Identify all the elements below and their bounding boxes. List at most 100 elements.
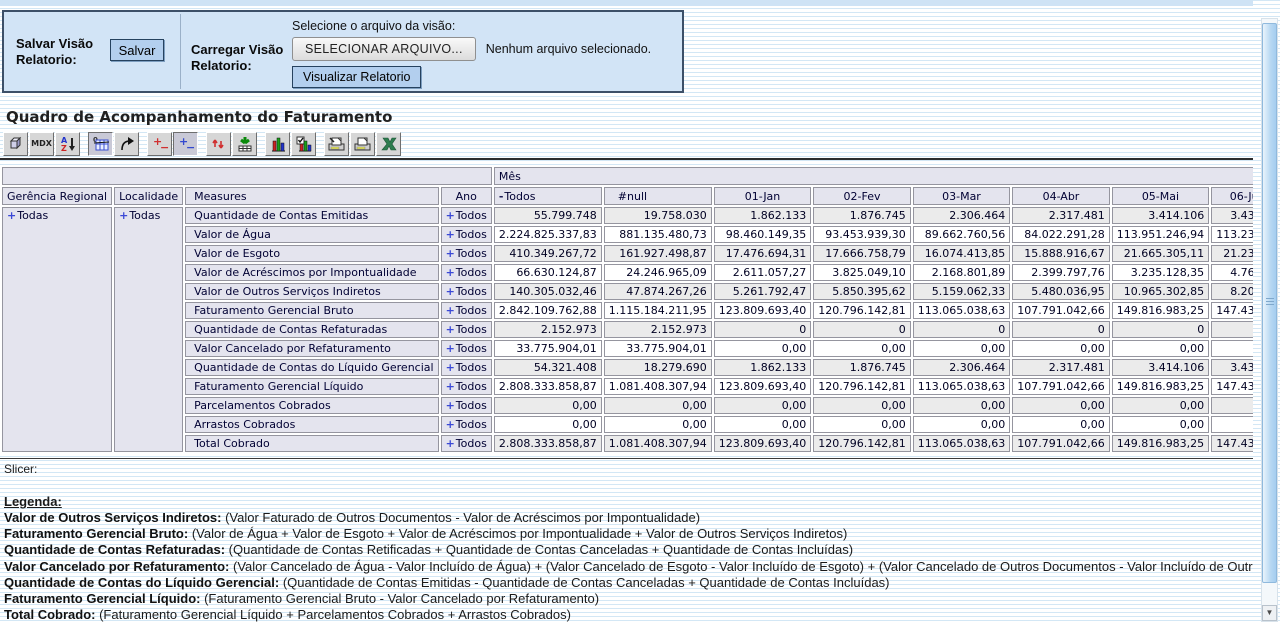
file-select-button[interactable]: SELECIONAR ARQUIVO... [292, 37, 476, 61]
drill-expand-icon[interactable]: + [446, 323, 455, 336]
drill-expand-icon[interactable]: + [446, 228, 455, 241]
value-cell [1211, 416, 1253, 433]
measure-cell: Arrastos Cobrados [185, 416, 438, 433]
scrollbar-thumb[interactable] [1262, 23, 1277, 583]
scrollbar-down-arrow-icon[interactable]: ▼ [1262, 605, 1277, 621]
year-member-cell: +Todos [441, 416, 492, 433]
value-cell: 107.791.042,66 [1012, 435, 1109, 452]
drill-expand-icon[interactable]: + [119, 209, 128, 222]
drill-expand-icon[interactable]: + [446, 266, 455, 279]
print-icon[interactable] [350, 132, 375, 156]
drill-expand-icon[interactable]: + [446, 285, 455, 298]
value-cell: 1.081.408.307,94 [604, 435, 712, 452]
value-cell: 0,00 [813, 340, 910, 357]
value-cell: 0 [913, 321, 1010, 338]
drill-expand-icon[interactable]: + [446, 437, 455, 450]
drill-expand-icon[interactable]: + [7, 209, 16, 222]
column-header-measures: Measures [185, 187, 438, 205]
toolbar-separator [0, 158, 1253, 160]
value-cell: 84.022.291,28 [1012, 226, 1109, 243]
column-header-null: #null [604, 187, 712, 205]
value-cell: 55.799.748 [494, 207, 602, 224]
value-cell: 21.237.80 [1211, 245, 1253, 262]
drill-replace-icon[interactable] [206, 132, 231, 156]
year-member-cell: +Todos [441, 283, 492, 300]
save-button[interactable]: Salvar [110, 39, 164, 61]
value-cell: 2.224.825.337,83 [494, 226, 602, 243]
value-cell: 8.202.42 [1211, 283, 1253, 300]
value-cell: 3.235.128,35 [1112, 264, 1209, 281]
value-cell: 0,00 [913, 340, 1010, 357]
column-header-mai: 05-Mai [1112, 187, 1209, 205]
vertical-scrollbar[interactable]: ▼ [1261, 18, 1278, 622]
form-divider [180, 14, 181, 89]
legend-title: Legenda: [4, 494, 1253, 510]
value-cell: 0,00 [494, 397, 602, 414]
drill-expand-icon[interactable]: + [446, 209, 455, 222]
value-cell: 0,00 [1012, 416, 1109, 433]
value-cell: 1.876.745 [813, 359, 910, 376]
file-status-text: Nenhum arquivo selecionado. [486, 42, 651, 56]
excel-export-icon[interactable] [376, 132, 401, 156]
drill-through-icon[interactable] [232, 132, 257, 156]
value-cell: 2.842.109.762,88 [494, 302, 602, 319]
value-cell: 113.065.038,63 [913, 435, 1010, 452]
show-parent-members-icon[interactable]: 0 [88, 132, 113, 156]
year-member-cell: +Todos [441, 435, 492, 452]
value-cell: 4.761.52 [1211, 264, 1253, 281]
measure-cell: Faturamento Gerencial Bruto [185, 302, 438, 319]
value-cell: 147.435.67 [1211, 435, 1253, 452]
page-title: Quadro de Acompanhamento do Faturamento [6, 108, 1253, 126]
legend: Legenda: Valor de Outros Serviços Indire… [4, 494, 1253, 622]
drill-expand-icon[interactable]: + [446, 247, 455, 260]
sort-az-icon[interactable]: AZ [55, 132, 80, 156]
drill-expand-icon[interactable]: + [446, 304, 455, 317]
year-member-cell: +Todos [441, 321, 492, 338]
swap-axes-icon[interactable] [114, 132, 139, 156]
mdx-editor-icon[interactable]: MDX [29, 132, 54, 156]
value-cell: 147.435.67 [1211, 302, 1253, 319]
drill-expand-icon[interactable]: + [446, 418, 455, 431]
value-cell: 1.115.184.211,95 [604, 302, 712, 319]
value-cell: 2.168.801,89 [913, 264, 1010, 281]
drill-expand-icon[interactable]: + [446, 361, 455, 374]
view-report-button[interactable]: Visualizar Relatorio [292, 66, 421, 88]
value-cell: 2.317.481 [1012, 359, 1109, 376]
chart-config-icon[interactable] [291, 132, 316, 156]
value-cell: 33.775.904,01 [604, 340, 712, 357]
toolbar: MDX AZ 0 +− +− [3, 131, 1253, 156]
drill-expand-icon[interactable]: + [446, 380, 455, 393]
value-cell [1211, 340, 1253, 357]
measure-cell: Valor de Acréscimos por Impontualidade [185, 264, 438, 281]
measure-cell: Valor de Esgoto [185, 245, 438, 262]
slicer-label: Slicer: [4, 462, 1253, 476]
year-member-cell: +Todos [441, 207, 492, 224]
value-cell: 89.662.760,56 [913, 226, 1010, 243]
chart-icon[interactable] [265, 132, 290, 156]
measure-cell: Valor de Água [185, 226, 438, 243]
column-header-jun: 06-Jun [1211, 187, 1253, 205]
drill-member-icon[interactable]: +− [147, 132, 172, 156]
drill-expand-icon[interactable]: + [446, 399, 455, 412]
value-cell: 3.825.049,10 [813, 264, 910, 281]
value-cell: 17.666.758,79 [813, 245, 910, 262]
locality-member-cell: +Todas [114, 207, 183, 452]
drill-collapse-icon[interactable]: - [499, 190, 504, 203]
drill-expand-icon[interactable]: + [446, 342, 455, 355]
value-cell: 410.349.267,72 [494, 245, 602, 262]
value-cell: 18.279.690 [604, 359, 712, 376]
olap-navigator-cube-icon[interactable] [3, 132, 28, 156]
column-header-localidade: Localidade [114, 187, 183, 205]
drill-position-icon[interactable]: +− [173, 132, 198, 156]
value-cell: 0 [1112, 321, 1209, 338]
value-cell: 3.414.106 [1112, 359, 1209, 376]
legend-item: Valor Cancelado por Refaturamento: (Valo… [4, 559, 1253, 575]
print-config-icon[interactable] [324, 132, 349, 156]
value-cell: 0,00 [913, 416, 1010, 433]
svg-text:−: − [160, 141, 169, 153]
value-cell: 2.611.057,27 [714, 264, 811, 281]
report-view-form: Salvar Visão Relatorio: Salvar Carregar … [2, 10, 684, 93]
svg-text:−: − [186, 141, 195, 153]
column-header-ano: Ano [441, 187, 492, 205]
value-cell: 19.758.030 [604, 207, 712, 224]
